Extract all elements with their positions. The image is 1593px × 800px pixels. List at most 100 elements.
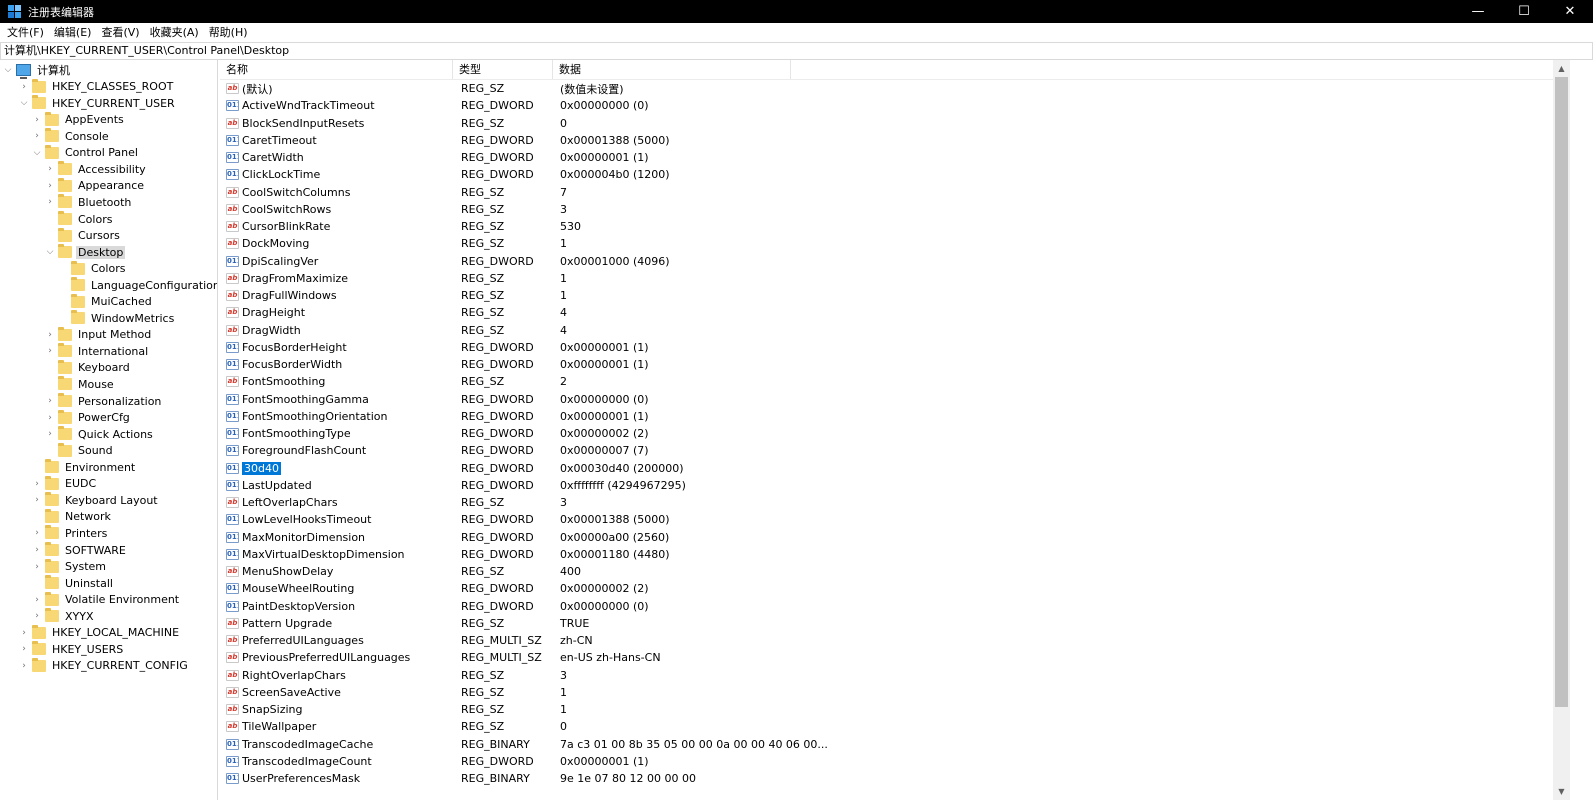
tree-node[interactable]: › EUDC [31,475,98,492]
tree-node[interactable]: Cursors [44,227,122,244]
menu-help[interactable]: 帮助(H) [204,23,253,42]
chevron-right-icon[interactable]: › [31,114,43,126]
close-button[interactable]: ✕ [1547,0,1593,23]
tree-node[interactable]: › Quick Actions [44,426,155,442]
value-row[interactable]: 011MaxVirtualDesktopDimension REG_DWORD 0x… [220,546,670,563]
chevron-right-icon[interactable]: › [44,329,56,341]
value-row[interactable]: 011TranscodedImageCount REG_DWORD 0x000000… [220,753,649,770]
value-row[interactable]: ab MenuShowDelay REG_SZ 400 [220,563,581,580]
chevron-right-icon[interactable]: › [31,494,43,506]
chevron-right-icon[interactable]: › [31,544,43,556]
value-row[interactable]: ab SnapSizing REG_SZ 1 [220,701,567,718]
chevron-right-icon[interactable]: › [44,196,56,208]
maximize-button[interactable]: ☐ [1501,0,1547,23]
chevron-right-icon[interactable]: › [18,627,30,639]
tree-node[interactable]: Network [31,508,113,525]
chevron-down-icon[interactable]: ⌵ [2,64,14,76]
value-row[interactable]: 011FontSmoothingOrientation REG_DWORD 0x00… [220,408,649,425]
value-row[interactable]: ab DockMoving REG_SZ 1 [220,235,567,252]
chevron-down-icon[interactable]: ⌵ [31,147,43,159]
tree-node[interactable]: › Appearance [44,177,146,194]
value-row[interactable]: 011LastUpdated REG_DWORD 0xffffffff (42949… [220,477,686,494]
value-row[interactable]: 011ClickLockTime REG_DWORD 0x000004b0 (120… [220,166,670,183]
tree-node[interactable]: ⌵ Desktop [44,244,126,260]
chevron-right-icon[interactable]: › [44,163,56,175]
value-row[interactable]: ab DragWidth REG_SZ 4 [220,322,567,339]
chevron-down-icon[interactable]: ⌵ [18,97,30,109]
value-row[interactable]: ab CoolSwitchColumns REG_SZ 7 [220,184,567,201]
menu-file[interactable]: 文件(F) [2,23,49,42]
value-row[interactable]: 011ForegroundFlashCount REG_DWORD 0x000000… [220,442,649,459]
value-row[interactable]: 011FontSmoothingGamma REG_DWORD 0x00000000… [220,391,649,408]
value-row[interactable]: 011DpiScalingVer REG_DWORD 0x00001000 (409… [220,253,670,270]
vertical-scrollbar[interactable]: ▲ ▼ [1553,60,1570,800]
column-header-type[interactable]: 类型 [453,60,553,79]
tree-node[interactable]: Colors [57,260,127,277]
value-row[interactable]: ab FontSmoothing REG_SZ 2 [220,373,567,390]
value-row[interactable]: 011PaintDesktopVersion REG_DWORD 0x0000000… [220,598,649,615]
tree-node-computer[interactable]: ⌵ 计算机 [2,62,72,79]
chevron-right-icon[interactable]: › [18,660,30,672]
chevron-right-icon[interactable]: › [18,643,30,655]
value-row[interactable]: 011TranscodedImageCache REG_BINARY 7a c3 0… [220,736,828,753]
tree-node[interactable]: › System [31,558,108,575]
tree-node[interactable]: › Accessibility [44,161,148,177]
tree-node[interactable]: Environment [31,459,137,475]
value-row[interactable]: 011CaretTimeout REG_DWORD 0x00001388 (5000… [220,132,670,149]
chevron-right-icon[interactable]: › [31,527,43,539]
value-row[interactable]: 011CaretWidth REG_DWORD 0x00000001 (1) [220,149,649,166]
chevron-right-icon[interactable]: › [44,428,56,440]
tree-node[interactable]: Mouse [44,376,116,392]
value-row[interactable]: 011FocusBorderWidth REG_DWORD 0x00000001 (… [220,356,649,373]
scroll-thumb[interactable] [1555,77,1568,707]
value-row[interactable]: ab PreferredUILanguages REG_MULTI_SZ zh-CN [220,632,593,649]
tree-node[interactable]: › PowerCfg [44,409,132,426]
tree-node[interactable]: › AppEvents [31,111,126,128]
chevron-right-icon[interactable]: › [44,345,56,357]
tree-node[interactable]: › Bluetooth [44,194,133,210]
tree-node[interactable]: › Printers [31,525,109,541]
value-row[interactable]: ab LeftOverlapChars REG_SZ 3 [220,494,567,511]
tree-node[interactable]: › HKEY_CLASSES_ROOT [18,78,175,95]
chevron-right-icon[interactable]: › [44,412,56,424]
menu-view[interactable]: 查看(V) [96,23,144,42]
value-row[interactable]: 011FocusBorderHeight REG_DWORD 0x00000001 … [220,339,649,356]
value-row[interactable]: 01130d40 REG_DWORD 0x00030d40 (200000) [220,460,684,477]
tree-node[interactable]: WindowMetrics [57,310,176,326]
tree-node[interactable]: ⌵ HKEY_CURRENT_USER [18,95,177,111]
value-row[interactable]: ab CursorBlinkRate REG_SZ 530 [220,218,581,235]
tree-node[interactable]: MuiCached [57,293,154,310]
menu-edit[interactable]: 编辑(E) [49,23,97,42]
tree-node[interactable]: › International [44,343,150,359]
tree-node[interactable]: Colors [44,211,114,227]
tree-node[interactable]: › HKEY_CURRENT_CONFIG [18,657,190,674]
value-row[interactable]: ab DragHeight REG_SZ 4 [220,304,567,321]
tree-node[interactable]: › Console [31,128,111,144]
tree-node[interactable]: › HKEY_USERS [18,641,125,657]
tree-node[interactable]: › Volatile Environment [31,591,181,608]
scroll-down-icon[interactable]: ▼ [1553,783,1570,800]
value-row[interactable]: ab TileWallpaper REG_SZ 0 [220,718,567,735]
chevron-right-icon[interactable]: › [44,180,56,192]
chevron-right-icon[interactable]: › [31,478,43,490]
tree-node[interactable]: › Keyboard Layout [31,492,160,508]
value-row[interactable]: 011FontSmoothingType REG_DWORD 0x00000002 … [220,425,649,442]
chevron-right-icon[interactable]: › [31,610,43,622]
column-header-data[interactable]: 数据 [553,60,791,79]
column-header-name[interactable]: 名称 [220,60,453,79]
value-row[interactable]: 011MaxMonitorDimension REG_DWORD 0x00000a0… [220,529,669,546]
menu-favorites[interactable]: 收藏夹(A) [145,23,204,42]
value-row[interactable]: ab PreviousPreferredUILanguages REG_MULTI_… [220,649,661,666]
minimize-button[interactable]: — [1455,0,1501,23]
tree-node[interactable]: › SOFTWARE [31,542,128,558]
value-row[interactable]: 011UserPreferencesMask REG_BINARY 9e 1e 07… [220,770,696,787]
tree-node[interactable]: Uninstall [31,575,115,591]
scroll-up-icon[interactable]: ▲ [1553,60,1570,77]
chevron-down-icon[interactable]: ⌵ [44,246,56,258]
chevron-right-icon[interactable]: › [31,594,43,606]
chevron-right-icon[interactable]: › [31,130,43,142]
tree-node[interactable]: › Personalization [44,393,163,409]
value-row[interactable]: 011LowLevelHooksTimeout REG_DWORD 0x000013… [220,511,670,528]
tree-node[interactable]: ⌵ Control Panel [31,144,140,161]
chevron-right-icon[interactable]: › [18,81,30,93]
